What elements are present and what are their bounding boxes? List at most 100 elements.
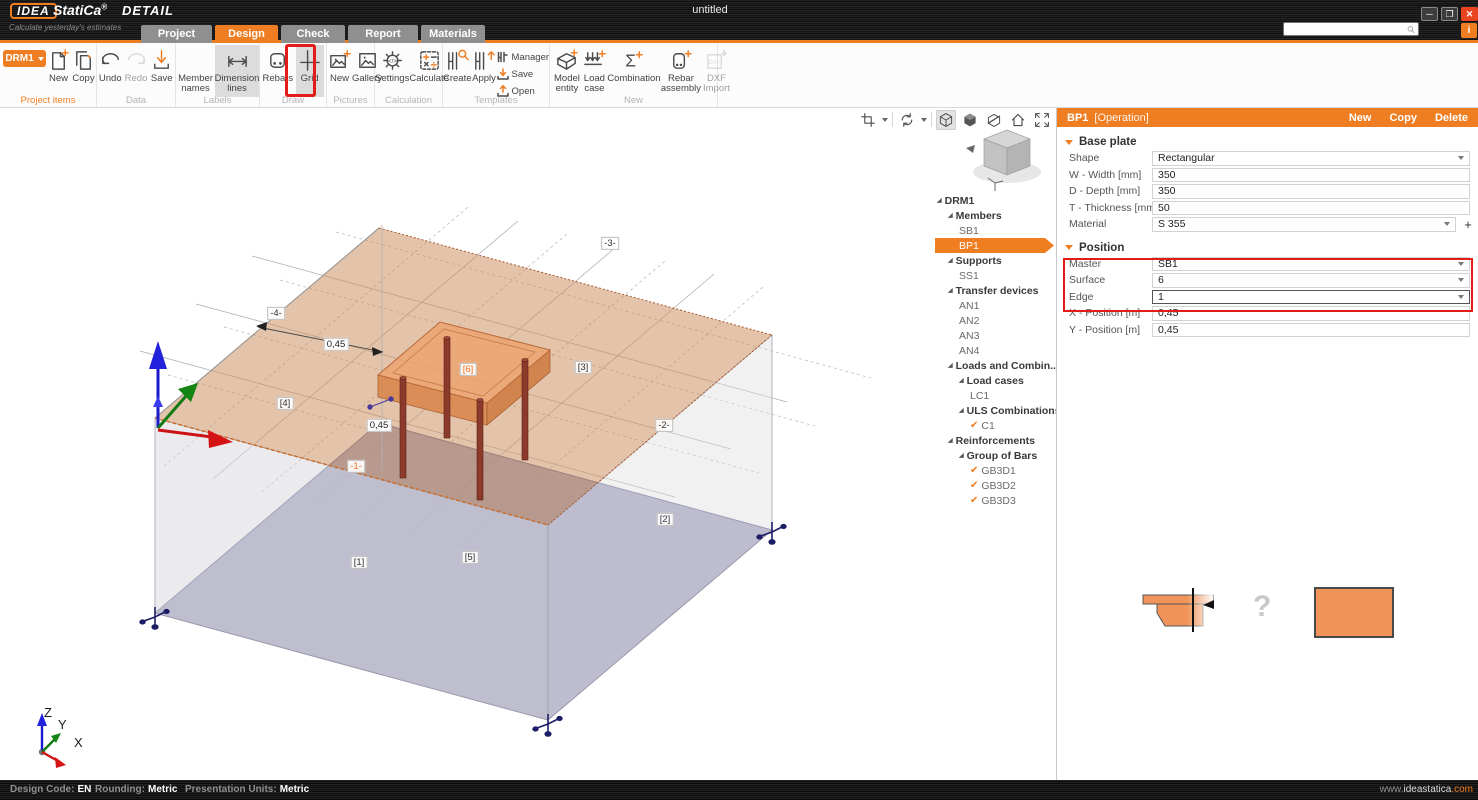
tab-check[interactable]: Check bbox=[281, 25, 345, 43]
checkbox-checked-icon[interactable]: ✔ bbox=[970, 421, 978, 431]
search-input[interactable] bbox=[1284, 24, 1407, 34]
tree-expander-icon[interactable]: ◢ bbox=[959, 452, 964, 459]
tree-item-an1[interactable]: AN1 bbox=[935, 298, 1054, 313]
new-picture-button[interactable]: New bbox=[327, 45, 352, 97]
navigation-cube[interactable] bbox=[966, 130, 1041, 191]
search-box[interactable] bbox=[1283, 22, 1419, 36]
minimize-button[interactable]: ─ bbox=[1421, 7, 1438, 21]
tree-expander-icon[interactable]: ◢ bbox=[959, 377, 964, 384]
tree-item-supports[interactable]: ◢Supports bbox=[935, 253, 1054, 268]
template-save-button[interactable]: Save bbox=[497, 67, 550, 81]
close-button[interactable]: ✕ bbox=[1461, 7, 1478, 21]
tree-item-an3[interactable]: AN3 bbox=[935, 328, 1054, 343]
select-master[interactable]: SB1 bbox=[1152, 257, 1470, 272]
tree-item-lc1[interactable]: LC1 bbox=[935, 388, 1054, 403]
tree-expander-icon[interactable]: ◢ bbox=[948, 437, 953, 444]
member-names-button[interactable]: A Member names bbox=[176, 45, 215, 97]
clipping-view-button[interactable] bbox=[984, 110, 1004, 130]
apply-template-button[interactable]: Apply bbox=[472, 45, 497, 97]
toolbar-separator bbox=[931, 112, 932, 127]
tree-item-uls-combinations[interactable]: ◢ULS Combinations bbox=[935, 403, 1054, 418]
checkbox-checked-icon[interactable]: ✔ bbox=[970, 496, 978, 506]
tree-item-load-cases[interactable]: ◢Load cases bbox=[935, 373, 1054, 388]
tree-item-an4[interactable]: AN4 bbox=[935, 343, 1054, 358]
tree-expander-icon[interactable]: ◢ bbox=[948, 212, 953, 219]
dxf-import-button[interactable]: DXF DXF Import bbox=[703, 45, 730, 97]
checkbox-checked-icon[interactable]: ✔ bbox=[970, 466, 978, 476]
new-button[interactable]: New bbox=[1349, 112, 1372, 124]
tree-item-loads-and-combin[interactable]: ◢Loads and Combin... bbox=[935, 358, 1054, 373]
select-material[interactable]: S 355 bbox=[1152, 217, 1456, 232]
tree-item-gb3d3[interactable]: ✔GB3D3 bbox=[935, 493, 1054, 508]
chevron-down-icon[interactable] bbox=[921, 118, 927, 122]
checkbox-checked-icon[interactable]: ✔ bbox=[970, 481, 978, 491]
tree-item-label: AN2 bbox=[959, 315, 979, 327]
model-entity-button[interactable]: Model entity bbox=[554, 45, 580, 97]
tree-item-transfer-devices[interactable]: ◢Transfer devices bbox=[935, 283, 1054, 298]
chevron-down-icon[interactable] bbox=[882, 118, 888, 122]
support-icon[interactable] bbox=[140, 607, 169, 629]
input-t-thickness-mm[interactable]: 50 bbox=[1152, 201, 1470, 216]
redo-button[interactable]: Redo bbox=[124, 45, 149, 97]
copy-button[interactable]: Copy bbox=[1389, 112, 1417, 124]
rebars-button[interactable]: Rebars bbox=[262, 45, 293, 97]
maximize-button[interactable]: ❒ bbox=[1441, 7, 1458, 21]
save-button[interactable]: Save bbox=[149, 45, 174, 97]
load-case-button[interactable]: Load case bbox=[582, 45, 607, 97]
tab-design[interactable]: Design bbox=[215, 25, 278, 43]
tree-item-label: GB3D2 bbox=[981, 480, 1015, 492]
input-d-depth-mm[interactable]: 350 bbox=[1152, 184, 1470, 199]
dimension-lines-button[interactable]: Dimension lines bbox=[215, 45, 259, 97]
section-header-position[interactable]: Position bbox=[1057, 240, 1478, 256]
wireframe-view-button[interactable] bbox=[936, 110, 956, 130]
input-y-position-m[interactable]: 0,45 bbox=[1152, 323, 1470, 338]
tree-item-gb3d1[interactable]: ✔GB3D1 bbox=[935, 463, 1054, 478]
undo-button[interactable]: Undo bbox=[98, 45, 123, 97]
settings-button[interactable]: </> Settings bbox=[375, 45, 409, 97]
tree-expander-icon[interactable]: ◢ bbox=[948, 287, 953, 294]
website-link[interactable]: www.ideastatica.com bbox=[1380, 784, 1473, 795]
tree-item-drm1[interactable]: ◢DRM1 bbox=[935, 193, 1054, 208]
fullscreen-button[interactable] bbox=[1032, 110, 1052, 130]
tree-item-members[interactable]: ◢Members bbox=[935, 208, 1054, 223]
add-material-button[interactable]: + bbox=[1460, 217, 1476, 232]
rebar-assembly-button[interactable]: Rebar assembly bbox=[661, 45, 701, 97]
tree-item-c1[interactable]: ✔C1 bbox=[935, 418, 1054, 433]
tree-expander-icon[interactable]: ◢ bbox=[959, 407, 964, 414]
home-view-button[interactable] bbox=[1008, 110, 1028, 130]
tree-item-gb3d2[interactable]: ✔GB3D2 bbox=[935, 478, 1054, 493]
tree-expander-icon[interactable]: ◢ bbox=[948, 257, 953, 264]
template-manager-button[interactable]: Manager bbox=[497, 50, 550, 64]
rotate-view-tool[interactable] bbox=[897, 110, 917, 130]
section-header-base-plate[interactable]: Base plate bbox=[1057, 134, 1478, 150]
select-edge[interactable]: 1 bbox=[1152, 290, 1470, 305]
delete-button[interactable]: Delete bbox=[1435, 112, 1468, 124]
input-w-width-mm[interactable]: 350 bbox=[1152, 168, 1470, 183]
tab-report[interactable]: Report bbox=[348, 25, 418, 43]
tree-item-an2[interactable]: AN2 bbox=[935, 313, 1054, 328]
select-shape[interactable]: Rectangular bbox=[1152, 151, 1470, 166]
new-project-item-button[interactable]: New bbox=[46, 45, 71, 97]
info-button[interactable]: i bbox=[1461, 23, 1477, 38]
solid-view-button[interactable] bbox=[960, 110, 980, 130]
tree-item-group-of-bars[interactable]: ◢Group of Bars bbox=[935, 448, 1054, 463]
tree-item-reinforcements[interactable]: ◢Reinforcements bbox=[935, 433, 1054, 448]
tree-item-bp1[interactable]: BP1 bbox=[935, 238, 1054, 253]
drm1-dropdown-button[interactable]: DRM1 bbox=[3, 50, 46, 67]
create-template-button[interactable]: Create bbox=[443, 45, 472, 97]
tab-materials[interactable]: Materials bbox=[421, 25, 485, 43]
save-icon bbox=[149, 46, 174, 74]
tab-project[interactable]: Project bbox=[141, 25, 212, 43]
model-viewport-3d[interactable]: Z Y X [1][2][3][4][5][6]-1--2--3--4-0,45… bbox=[0, 108, 1056, 780]
combination-button[interactable]: Σ Combination bbox=[609, 45, 659, 97]
tree-item-sb1[interactable]: SB1 bbox=[935, 223, 1054, 238]
ribbon-tabs: ProjectDesignCheckReportMaterials bbox=[141, 25, 485, 43]
tree-item-ss1[interactable]: SS1 bbox=[935, 268, 1054, 283]
input-x-position-m[interactable]: 0,45 bbox=[1152, 306, 1470, 321]
crop-view-tool[interactable] bbox=[858, 110, 878, 130]
grid-button[interactable]: Grid bbox=[296, 45, 324, 97]
select-surface[interactable]: 6 bbox=[1152, 273, 1470, 288]
copy-project-item-button[interactable]: Copy bbox=[71, 45, 96, 97]
tree-expander-icon[interactable]: ◢ bbox=[937, 197, 942, 204]
tree-expander-icon[interactable]: ◢ bbox=[948, 362, 953, 369]
